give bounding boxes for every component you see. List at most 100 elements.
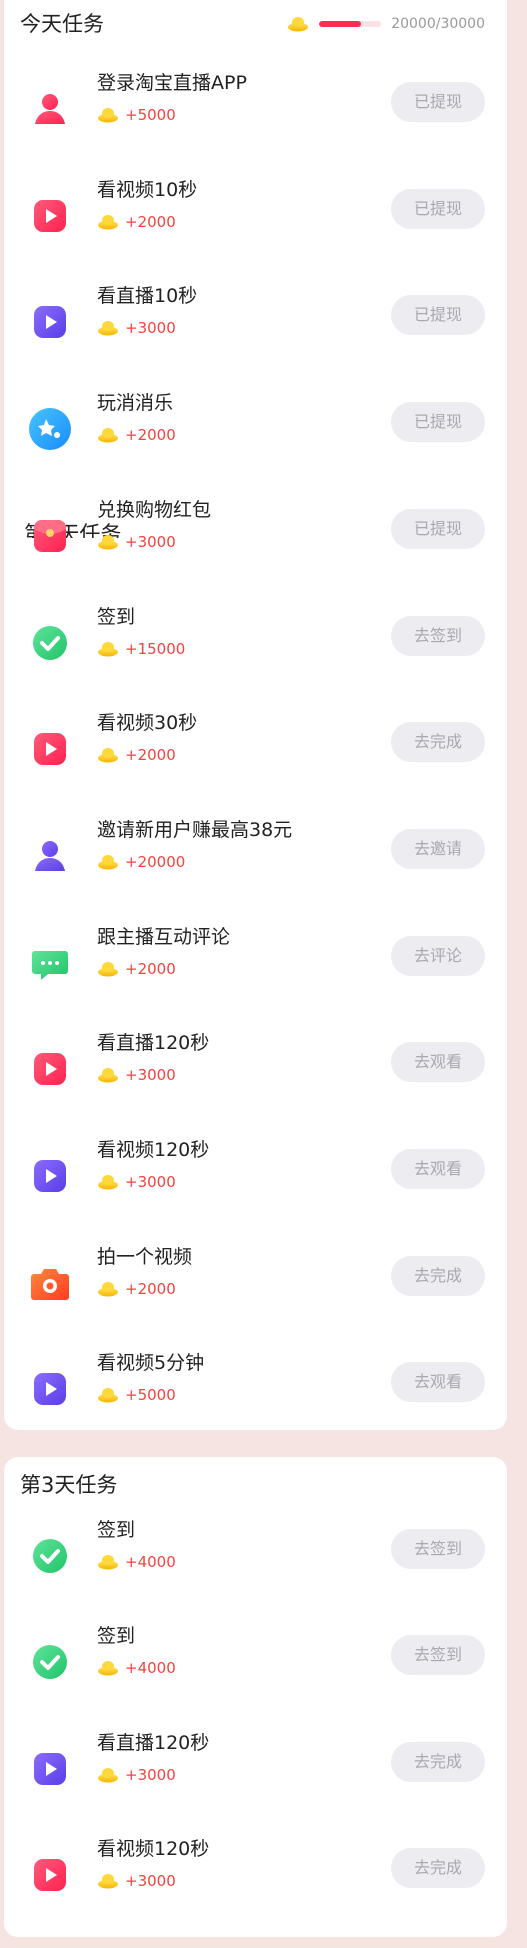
task-action-button[interactable]: 去签到 (391, 1529, 485, 1569)
live-play-icon (28, 1747, 72, 1791)
section-title-day3: 第3天任务 (20, 1473, 118, 1497)
task-row: 看视频10秒 +2000 已提现 (4, 177, 507, 257)
task-name: 签到 (97, 1625, 136, 1648)
play-icon (28, 1047, 72, 1091)
task-reward-amount: +15000 (125, 639, 186, 658)
gold-ingot-icon (98, 534, 118, 550)
task-action-button[interactable]: 去完成 (391, 1847, 485, 1888)
task-action-button[interactable]: 已提现 (391, 295, 485, 336)
progress-bar (319, 21, 382, 27)
task-reward: +3000 (97, 1171, 176, 1193)
task-row: 跟主播互动评论 +2000 去评论 (4, 924, 507, 1004)
task-reward: +20000 (97, 851, 185, 873)
task-name: 看视频5分钟 (97, 1352, 205, 1375)
task-reward: +2000 (97, 1278, 176, 1300)
task-name: 拍一个视频 (97, 1245, 193, 1268)
task-card-day3: 第3天任务 签到 +4000 去签到 签到 +4000 去签到 看直播120秒 +3000 去完… (4, 1457, 507, 1937)
task-action-button[interactable]: 去签到 (391, 1635, 485, 1676)
task-reward: +4000 (97, 1551, 176, 1573)
task-action-button[interactable]: 去观看 (391, 1042, 485, 1083)
task-name: 看视频10秒 (97, 178, 198, 201)
gold-ingot-icon (98, 428, 118, 443)
live-play-icon (28, 1367, 72, 1411)
task-row: 看视频120秒 +3000 去观看 (4, 1137, 507, 1217)
comment-icon (28, 941, 72, 985)
task-name: 邀请新用户赚最高38元 (97, 818, 293, 841)
gold-ingot-icon (98, 1281, 118, 1297)
task-action-button[interactable]: 去完成 (391, 722, 485, 763)
task-name: 玩消消乐 (97, 392, 174, 415)
task-name: 看视频120秒 (97, 1139, 210, 1161)
gold-ingot-icon (98, 1388, 118, 1403)
task-reward: +3000 (97, 531, 176, 553)
task-reward-amount: +2000 (125, 212, 176, 231)
gold-ingot-icon (98, 854, 118, 870)
task-reward: +3000 (97, 1064, 176, 1086)
task-name: 看视频30秒 (97, 712, 198, 735)
gold-ingot-icon (98, 321, 118, 336)
progress-text: 20000/30000 (391, 16, 485, 32)
task-reward-amount: +5000 (125, 106, 176, 124)
task-row: 看直播120秒 +3000 去完成 (4, 1730, 507, 1810)
gold-ingot-icon (98, 1175, 118, 1190)
task-reward: +2000 (97, 424, 176, 446)
task-action-button[interactable]: 去观看 (391, 1149, 485, 1189)
task-action-button[interactable]: 已提现 (391, 188, 485, 229)
task-action-button[interactable]: 已提现 (391, 402, 485, 443)
task-row: 签到 +4000 去签到 (4, 1517, 507, 1597)
checkmark-icon (28, 1640, 72, 1684)
gold-ingot-icon (98, 961, 118, 977)
task-action-button[interactable]: 去邀请 (391, 828, 485, 869)
red-packet-icon (28, 514, 72, 558)
task-reward-amount: +3000 (125, 319, 176, 338)
gold-ingot-icon (98, 1767, 118, 1783)
task-name: 看直播10秒 (97, 285, 198, 308)
checkmark-icon (28, 621, 72, 665)
task-reward: +2000 (97, 958, 176, 980)
task-row: 看视频30秒 +2000 去完成 (4, 710, 507, 790)
task-name: 看视频120秒 (97, 1837, 210, 1860)
gold-ingot-icon (98, 108, 118, 123)
task-row: 看直播120秒 +3000 去观看 (4, 1030, 507, 1110)
task-action-button[interactable]: 已提现 (391, 508, 485, 549)
task-reward-amount: +4000 (125, 1659, 176, 1678)
live-play-icon (28, 300, 72, 344)
task-name: 跟主播互动评论 (97, 925, 231, 948)
play-icon (28, 1853, 72, 1897)
coin-progress: 20000/30000 (287, 10, 485, 38)
task-name: 签到 (97, 605, 136, 628)
task-name: 登录淘宝直播APP (97, 72, 247, 94)
task-name: 兑换购物红包 (97, 498, 212, 521)
task-action-button[interactable]: 去观看 (391, 1362, 485, 1403)
task-row: 看视频120秒 +3000 去完成 (4, 1836, 507, 1916)
gold-ingot-icon (98, 748, 118, 763)
task-action-button[interactable]: 去完成 (391, 1255, 485, 1296)
play-icon (28, 727, 72, 771)
task-reward-amount: +20000 (125, 852, 186, 871)
task-reward-amount: +3000 (125, 1066, 176, 1085)
task-action-button[interactable]: 去评论 (391, 935, 485, 976)
task-reward: +3000 (97, 1764, 176, 1786)
task-name: 看直播120秒 (97, 1731, 210, 1754)
task-action-button[interactable]: 已提现 (391, 82, 485, 122)
task-reward: +3000 (97, 1870, 176, 1892)
gold-ingot-icon (98, 1555, 118, 1570)
task-row: 拍一个视频 +2000 去完成 (4, 1244, 507, 1324)
task-reward-amount: +3000 (125, 1871, 176, 1890)
task-name: 看直播120秒 (97, 1032, 210, 1055)
task-reward: +4000 (97, 1657, 176, 1679)
live-play-icon (28, 1154, 72, 1198)
task-reward: +5000 (97, 104, 176, 126)
task-reward: +3000 (97, 317, 176, 339)
task-action-button[interactable]: 去签到 (391, 615, 485, 656)
task-reward: +2000 (97, 211, 176, 233)
task-action-button[interactable]: 去完成 (391, 1741, 485, 1782)
task-row: 看直播10秒 +3000 已提现 (4, 283, 507, 363)
task-row: 邀请新用户赚最高38元 +20000 去邀请 (4, 817, 507, 897)
task-reward-amount: +5000 (125, 1386, 176, 1405)
section-title-day1: 今天任务 (20, 12, 104, 36)
task-reward-amount: +4000 (125, 1553, 176, 1571)
gold-ingot-icon (98, 1873, 118, 1889)
checkmark-icon (28, 1534, 72, 1578)
user-icon (28, 87, 72, 131)
